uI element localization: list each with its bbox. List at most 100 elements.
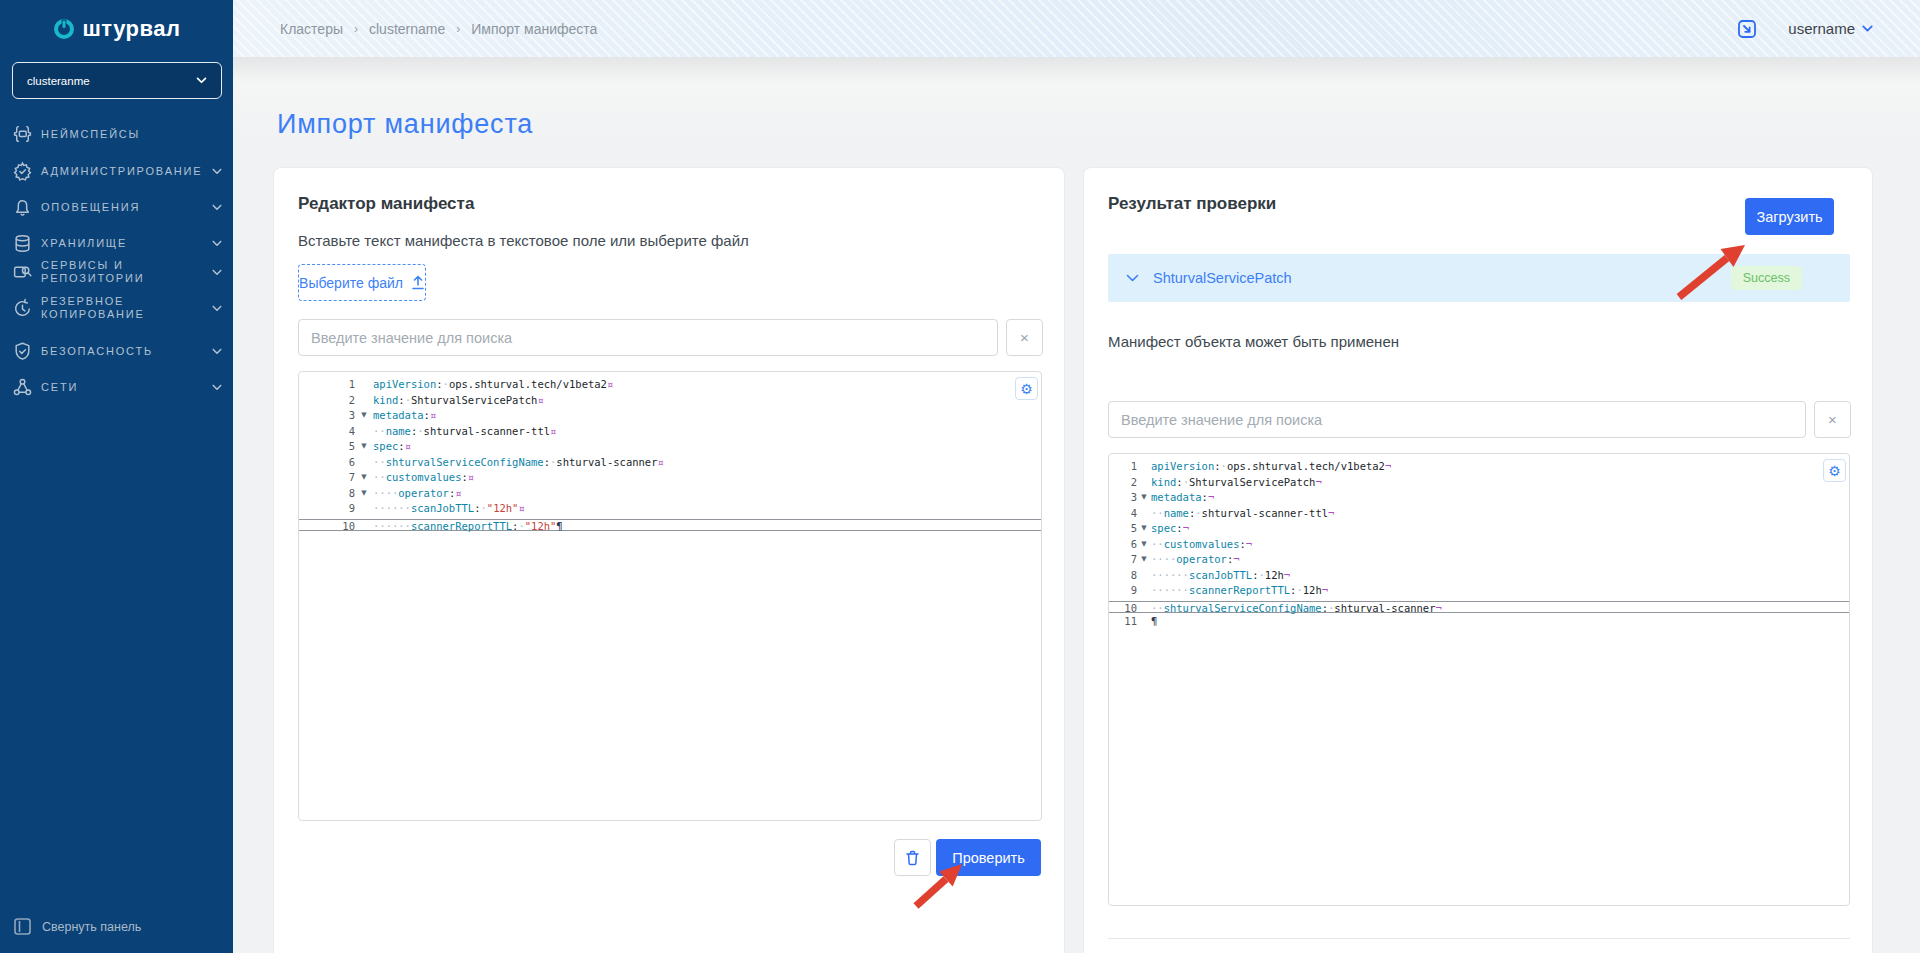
fold-arrow-icon[interactable]: ▼ <box>355 486 373 502</box>
line-number: 1 <box>299 377 355 393</box>
code-line-7: 7▼··customvalues:¤ <box>299 470 1041 486</box>
logo-icon <box>53 18 75 40</box>
sidebar-item-storage[interactable]: ХРАНИЛИЩЕ <box>0 230 233 256</box>
line-number: 7 <box>1109 552 1137 568</box>
fold-spacer <box>1137 583 1151 599</box>
fold-arrow-icon[interactable]: ▼ <box>1137 521 1151 537</box>
username-label[interactable]: username <box>1788 20 1855 37</box>
result-message: Манифест объекта может быть применен <box>1108 333 1399 350</box>
chevron-down-icon <box>212 168 222 175</box>
fold-spacer <box>1137 602 1151 613</box>
editor-card-description: Вставьте текст манифеста в текстовое пол… <box>298 232 749 249</box>
code-text: ······scanJobTTL:·"12h"¤ <box>373 501 525 517</box>
sidebar-item-label: ХРАНИЛИЩЕ <box>41 237 127 250</box>
code-text: ····operator:¤ <box>373 486 462 502</box>
result-settings-button[interactable]: ⚙ <box>1823 459 1846 482</box>
user-chevron-down-icon[interactable] <box>1862 25 1873 33</box>
chevron-down-icon <box>212 384 222 391</box>
chevron-down-icon <box>212 348 222 355</box>
code-text: ······scanJobTTL:·12h¬ <box>1151 568 1290 584</box>
fold-spacer <box>355 501 373 517</box>
fold-arrow-icon[interactable]: ▼ <box>1137 552 1151 568</box>
sidebar-item-label: НЕЙМСПЕЙСЫ <box>41 128 140 141</box>
storage-icon <box>12 233 33 254</box>
networks-icon <box>12 377 33 398</box>
cluster-select[interactable]: clusteranme <box>12 62 222 99</box>
choose-file-button[interactable]: Выберите файл <box>298 264 426 301</box>
sidebar-item-alerts[interactable]: ОПОВЕЩЕНИЯ <box>0 194 233 220</box>
breadcrumb-item[interactable]: clustername <box>369 21 445 37</box>
code-text: spec:¬ <box>1151 521 1189 537</box>
code-text: apiVersion:·ops.shturval.tech/v1beta2¤ <box>373 377 613 393</box>
manifest-code-editor[interactable]: 1apiVersion:·ops.shturval.tech/v1beta2¤2… <box>298 371 1042 821</box>
breadcrumb: Кластеры›clustername›Импорт манифеста <box>280 0 597 57</box>
page-title: Импорт манифеста <box>277 109 533 140</box>
fold-spacer <box>1137 459 1151 475</box>
backup-icon <box>12 298 33 319</box>
fold-spacer <box>355 377 373 393</box>
gear-icon: ⚙ <box>1828 463 1841 479</box>
logo-text: штурвал <box>83 16 181 42</box>
sidebar-item-networks[interactable]: СЕТИ <box>0 374 233 400</box>
code-line-5: 5▼spec:¤ <box>299 439 1041 455</box>
check-pointer-arrow <box>908 854 972 912</box>
sidebar-item-security[interactable]: БЕЗОПАСНОСТЬ <box>0 338 233 364</box>
code-line-4: 4··name:·shturval-scanner-ttl¬ <box>1109 506 1849 522</box>
collapse-panel-label: Свернуть панель <box>42 920 141 934</box>
code-text: metadata:¤ <box>373 408 436 424</box>
breadcrumb-separator: › <box>354 22 358 36</box>
export-icon[interactable] <box>1736 18 1758 40</box>
code-text: ··shturvalServiceConfigName:·shturval-sc… <box>1151 602 1442 613</box>
result-code-editor[interactable]: 1apiVersion:·ops.shturval.tech/v1beta2¬2… <box>1108 453 1850 906</box>
code-text: ··name:·shturval-scanner-ttl¬ <box>1151 506 1334 522</box>
services-icon <box>12 262 33 283</box>
code-line-3: 3▼metadata:¬ <box>1109 490 1849 506</box>
line-number: 9 <box>1109 583 1137 599</box>
editor-search-clear-button[interactable]: × <box>1006 319 1043 356</box>
administration-icon <box>12 161 33 182</box>
line-number: 5 <box>299 439 355 455</box>
sidebar-item-services[interactable]: СЕРВИСЫ И РЕПОЗИТОРИИ <box>0 259 233 285</box>
code-text: kind:·ShturvalServicePatch¬ <box>1151 475 1322 491</box>
sidebar-item-namespaces[interactable]: НЕЙМСПЕЙСЫ <box>0 121 233 147</box>
fold-arrow-icon[interactable]: ▼ <box>355 470 373 486</box>
code-line-5: 5▼spec:¬ <box>1109 521 1849 537</box>
code-text: metadata:¬ <box>1151 490 1214 506</box>
sidebar-item-administration[interactable]: АДМИНИСТРИРОВАНИЕ <box>0 158 233 184</box>
editor-settings-button[interactable]: ⚙ <box>1015 377 1038 400</box>
result-search-clear-button[interactable]: × <box>1814 401 1851 438</box>
editor-card-title: Редактор манифеста <box>298 194 474 214</box>
sidebar-item-backup[interactable]: РЕЗЕРВНОЕ КОПИРОВАНИЕ <box>0 295 233 321</box>
fold-spacer <box>1137 568 1151 584</box>
line-number: 10 <box>299 520 355 531</box>
fold-spacer <box>355 455 373 471</box>
line-number: 3 <box>299 408 355 424</box>
code-line-6: 6··shturvalServiceConfigName:·shturval-s… <box>299 455 1041 471</box>
line-number: 8 <box>1109 568 1137 584</box>
code-text: apiVersion:·ops.shturval.tech/v1beta2¬ <box>1151 459 1391 475</box>
accordion-title: ShturvalServicePatch <box>1153 270 1731 286</box>
fold-arrow-icon[interactable]: ▼ <box>1137 537 1151 553</box>
editor-search-input[interactable] <box>298 319 998 356</box>
manifest-editor-card: Редактор манифеста Вставьте текст манифе… <box>273 167 1065 953</box>
sidebar-item-label: СЕРВИСЫ И РЕПОЗИТОРИИ <box>41 259 191 285</box>
code-text: ··customvalues:¬ <box>1151 537 1252 553</box>
upload-button[interactable]: Загрузить <box>1745 198 1834 235</box>
code-line-2: 2kind:·ShturvalServicePatch¬ <box>1109 475 1849 491</box>
choose-file-label: Выберите файл <box>299 275 403 291</box>
fold-arrow-icon[interactable]: ▼ <box>355 408 373 424</box>
fold-arrow-icon[interactable]: ▼ <box>1137 490 1151 506</box>
code-line-9: 9······scannerReportTTL:·12h¬ <box>1109 583 1849 599</box>
fold-arrow-icon[interactable]: ▼ <box>355 439 373 455</box>
collapse-panel-button[interactable]: Свернуть панель <box>14 918 141 935</box>
topbar-actions: username <box>1736 0 1873 57</box>
code-text: kind:·ShturvalServicePatch¤ <box>373 393 544 409</box>
logo: штурвал <box>0 0 233 57</box>
code-line-6: 6▼··customvalues:¬ <box>1109 537 1849 553</box>
sidebar-item-label: СЕТИ <box>41 381 78 394</box>
line-number: 3 <box>1109 490 1137 506</box>
sidebar-item-label: БЕЗОПАСНОСТЬ <box>41 345 153 358</box>
breadcrumb-item[interactable]: Кластеры <box>280 21 343 37</box>
sidebar: штурвал clusteranme НЕЙМСПЕЙСЫ АДМИНИСТРИ… <box>0 0 233 953</box>
result-search-input[interactable] <box>1108 401 1806 438</box>
